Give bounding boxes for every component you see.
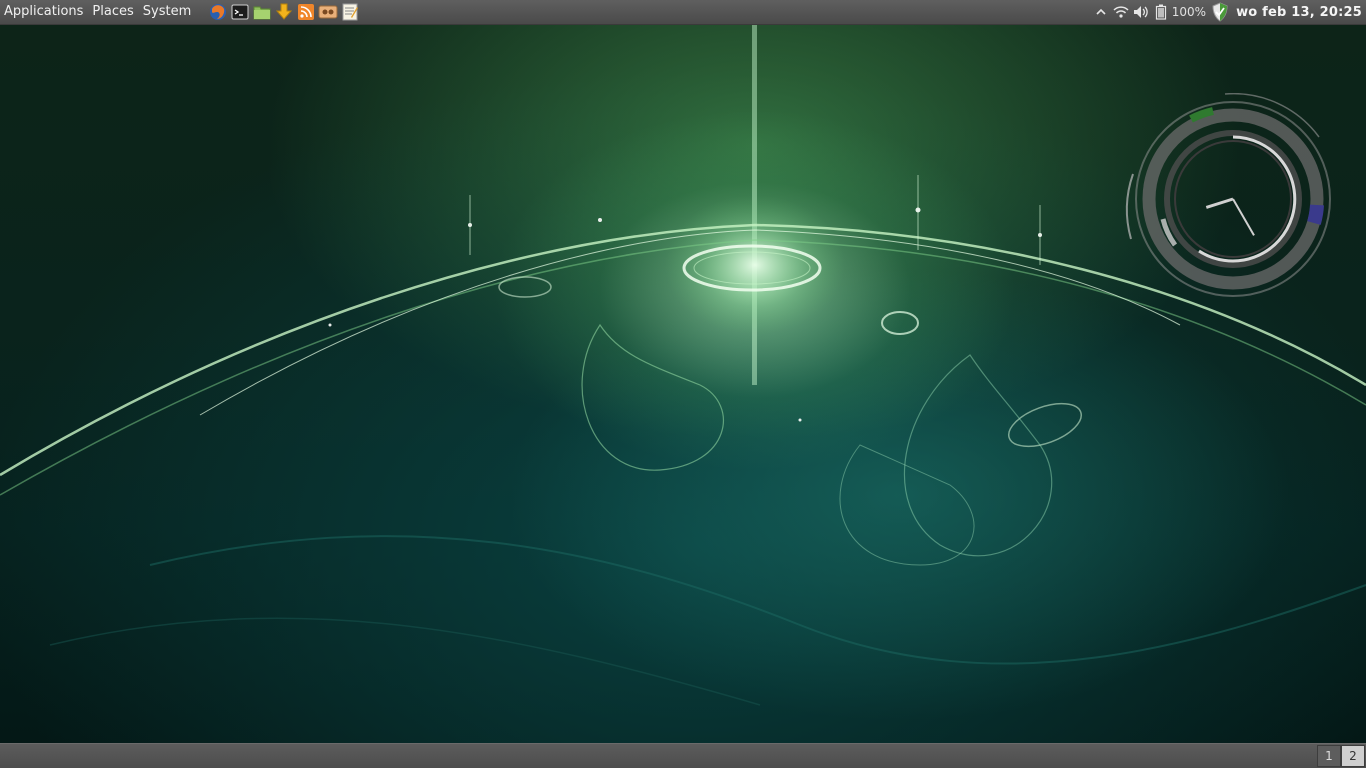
wifi-icon xyxy=(1113,6,1129,18)
volume-indicator[interactable] xyxy=(1132,2,1150,22)
battery-indicator[interactable] xyxy=(1152,2,1170,22)
top-panel: Applications Places System 100% wo feb 1… xyxy=(0,0,1366,25)
firefox-icon xyxy=(210,4,227,20)
chevron-up-icon xyxy=(1096,8,1106,15)
firefox-launcher[interactable] xyxy=(208,2,228,22)
desktop-wallpaper xyxy=(0,25,1366,743)
network-indicator[interactable] xyxy=(1112,2,1130,22)
download-icon xyxy=(276,3,293,20)
rss-feed-launcher[interactable] xyxy=(296,2,316,22)
shield-check-icon xyxy=(1212,2,1228,22)
bottom-panel: 1 2 xyxy=(0,743,1366,768)
launcher-bar xyxy=(208,2,360,22)
ring-blue-segment xyxy=(1307,204,1324,225)
outer-arc-left xyxy=(1125,173,1134,240)
terminal-icon xyxy=(231,4,249,20)
applications-menu[interactable]: Applications xyxy=(0,0,88,24)
image-viewer-icon xyxy=(318,5,338,19)
workspace-1-button[interactable]: 1 xyxy=(1317,745,1341,767)
terminal-launcher[interactable] xyxy=(230,2,250,22)
update-notifier[interactable] xyxy=(1211,2,1229,22)
image-viewer-launcher[interactable] xyxy=(318,2,338,22)
panel-clock[interactable]: wo feb 13, 20:25 xyxy=(1236,5,1362,20)
desktop-ring-clock-widget xyxy=(1125,93,1331,297)
battery-percentage: 100% xyxy=(1171,5,1207,19)
rss-feed-icon xyxy=(298,4,315,20)
text-editor-icon xyxy=(342,3,359,21)
battery-icon xyxy=(1155,4,1166,20)
file-manager-launcher[interactable] xyxy=(252,2,272,22)
text-editor-launcher[interactable] xyxy=(340,2,360,22)
tray-expand-button[interactable] xyxy=(1092,2,1110,22)
download-launcher[interactable] xyxy=(274,2,294,22)
speaker-icon xyxy=(1133,6,1148,18)
minute-hand xyxy=(1232,198,1255,236)
places-menu[interactable]: Places xyxy=(88,0,138,24)
system-tray: 100% wo feb 13, 20:25 xyxy=(1091,0,1366,24)
system-menu[interactable]: System xyxy=(139,0,196,24)
file-manager-icon xyxy=(253,6,271,20)
hour-hand xyxy=(1205,197,1234,209)
workspace-2-button[interactable]: 2 xyxy=(1341,745,1365,767)
